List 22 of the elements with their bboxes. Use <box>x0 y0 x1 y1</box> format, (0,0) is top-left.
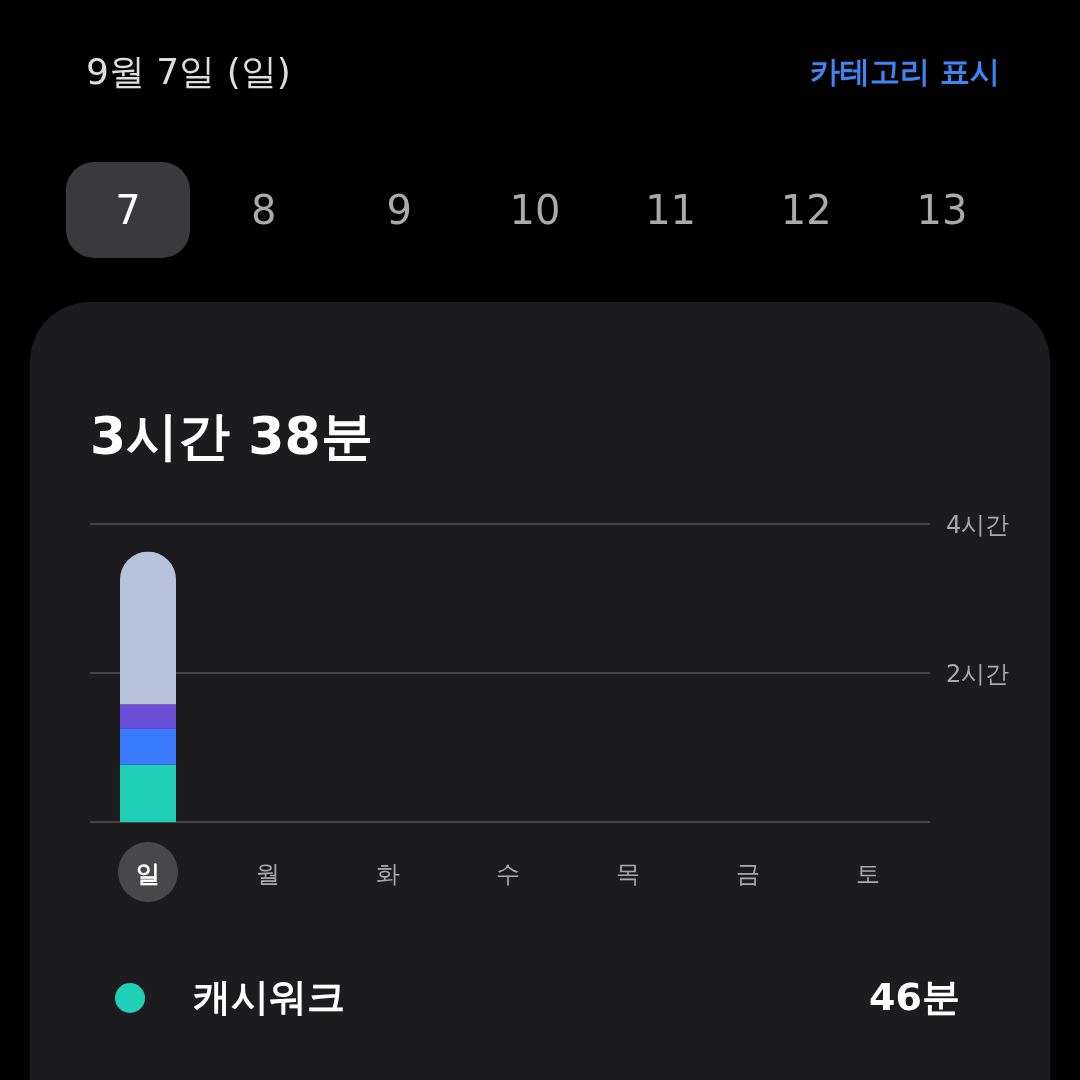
axis-label: 4시간 <box>946 511 1010 539</box>
total-time: 3시간 38분 <box>90 405 374 468</box>
day-label: 수 <box>496 860 520 888</box>
day-label: 화 <box>376 860 400 888</box>
date-tab[interactable]: 9 <box>337 162 462 258</box>
day-label: 일 <box>136 860 160 888</box>
date-tab[interactable]: 12 <box>744 162 869 258</box>
day-label: 금 <box>736 860 760 888</box>
date-tab[interactable]: 7 <box>66 162 190 258</box>
day-label: 목 <box>616 860 640 888</box>
day-label: 토 <box>856 860 880 888</box>
date-tab[interactable]: 11 <box>608 162 733 258</box>
axis-label: 2시간 <box>946 660 1010 688</box>
date-tab[interactable]: 13 <box>879 162 1004 258</box>
day-highlight <box>118 842 178 902</box>
date-title: 9월 7일 (일) <box>86 49 291 94</box>
app-time: 46분 <box>869 974 960 1021</box>
app-name: 캐시워크 <box>193 974 346 1021</box>
category-link[interactable]: 카테고리 표시 <box>809 51 1000 93</box>
date-tab[interactable]: 8 <box>201 162 326 258</box>
day-label: 월 <box>256 860 280 888</box>
date-tab[interactable]: 10 <box>472 162 597 258</box>
